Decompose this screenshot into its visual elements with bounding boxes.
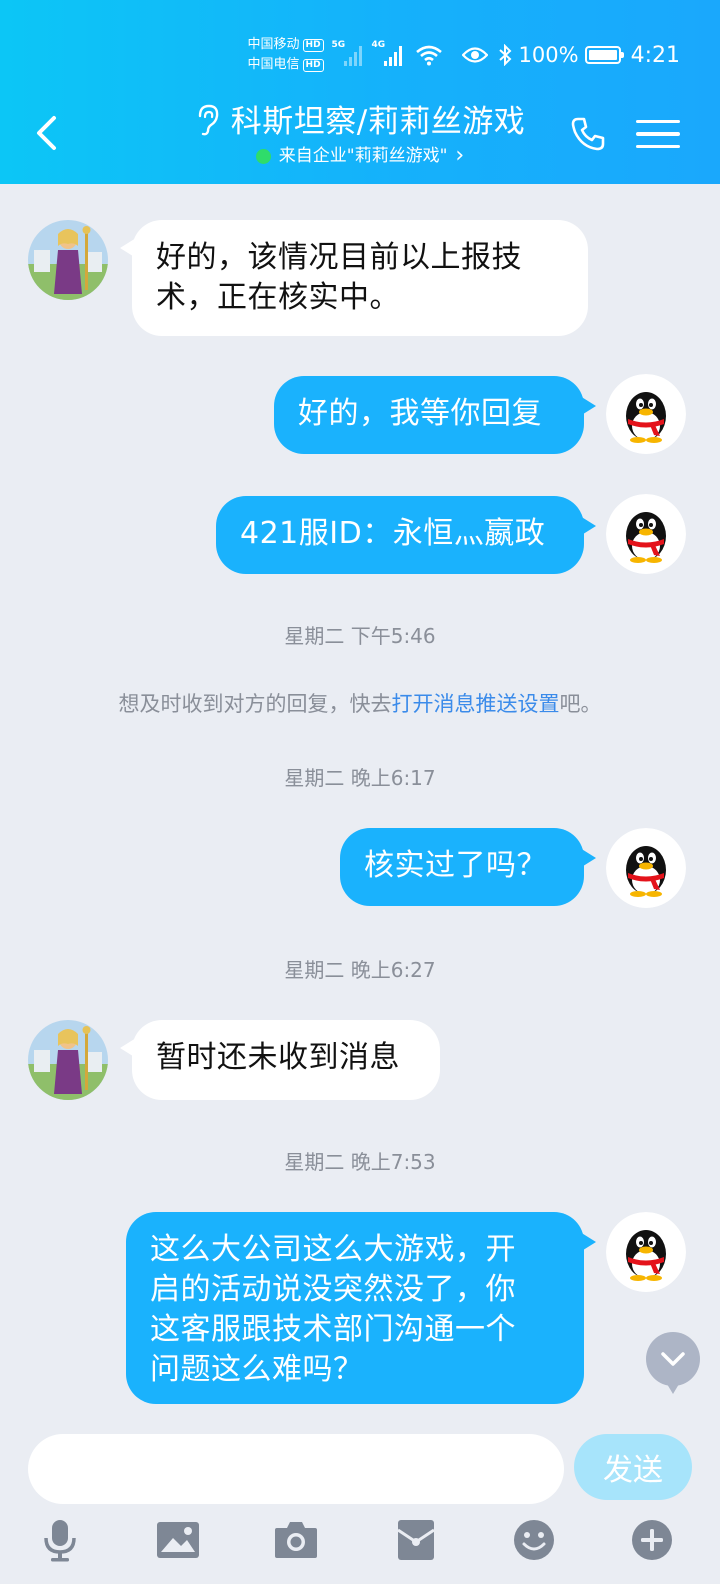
back-button[interactable]: [26, 108, 66, 158]
avatar[interactable]: [28, 1020, 108, 1100]
incoming-message-bubble[interactable]: 暂时还未收到消息: [120, 1020, 440, 1100]
message-input[interactable]: [28, 1434, 564, 1504]
chat-subtitle: 来自企业"莉莉丝游戏": [278, 146, 448, 166]
bluetooth-icon: [498, 44, 512, 66]
message-text-line: 核实过了吗？: [364, 848, 547, 883]
red-packet-button[interactable]: [386, 1510, 446, 1570]
avatar[interactable]: [606, 1212, 686, 1292]
network-type-label: 4G: [371, 40, 386, 50]
message-text-line: 启的活动说没突然没了，你: [150, 1272, 516, 1307]
signal-5g-icon: 5G: [332, 40, 362, 66]
clock: 4:21: [630, 42, 680, 68]
composer-toolbar: [0, 1510, 720, 1570]
more-button[interactable]: [622, 1510, 682, 1570]
menu-button[interactable]: [636, 112, 680, 156]
voice-button[interactable]: [30, 1510, 90, 1570]
incoming-message-bubble[interactable]: 好的，该情况目前以上报技 术，正在核实中。: [120, 220, 588, 336]
phone-icon: [571, 117, 605, 151]
ear-icon: [195, 104, 221, 140]
goddess-avatar-icon: [28, 220, 108, 300]
image-button[interactable]: [148, 1510, 208, 1570]
battery-percent: 100%: [518, 43, 579, 67]
avatar[interactable]: [606, 494, 686, 574]
eye-icon: [461, 46, 488, 64]
avatar[interactable]: [28, 220, 108, 300]
outgoing-message-bubble[interactable]: 421服ID：永恒灬嬴政: [216, 496, 596, 574]
chat-header: 中国移动 HD 中国电信 HD 5G 4G 100% 4:21 科斯坦察/莉莉丝…: [0, 0, 720, 184]
chevron-left-icon: [37, 116, 56, 150]
chevron-down-icon: [661, 1352, 685, 1366]
wifi-icon: [415, 44, 443, 66]
timestamp: 星期二 下午5:46: [284, 624, 436, 648]
message-list[interactable]: 好的，该情况目前以上报技 术，正在核实中。 好的，我等你回复 421服ID：永恒…: [0, 184, 720, 1416]
message-text-line: 这么大公司这么大游戏，开: [150, 1232, 516, 1267]
hd-badge: HD: [302, 58, 324, 72]
notice-text: 想及时收到对方的回复，快去: [118, 692, 392, 716]
timestamp: 星期二 晚上6:17: [284, 766, 436, 790]
qq-penguin-avatar-icon: [606, 828, 686, 908]
timestamp: 星期二 晚上7:53: [284, 1150, 436, 1174]
open-push-settings-link[interactable]: 打开消息推送设置: [392, 692, 560, 716]
qq-penguin-avatar-icon: [606, 1212, 686, 1292]
outgoing-message-bubble[interactable]: 这么大公司这么大游戏，开 启的活动说没突然没了，你 这客服跟技术部门沟通一个 问…: [126, 1212, 596, 1404]
message-text-line: 好的，我等你回复: [298, 396, 542, 431]
avatar[interactable]: [606, 374, 686, 454]
online-status-dot: [255, 148, 271, 164]
carrier-name: 中国移动: [247, 37, 300, 52]
image-icon: [157, 1522, 199, 1558]
hamburger-icon: [636, 119, 680, 124]
carrier-info: 中国移动 HD 中国电信 HD: [248, 35, 324, 75]
hd-badge: HD: [302, 38, 324, 52]
message-text-line: 术，正在核实中。: [156, 280, 400, 315]
push-settings-notice: 想及时收到对方的回复，快去打开消息推送设置吧。: [0, 688, 720, 718]
message-text-line: 暂时还未收到消息: [156, 1040, 400, 1075]
message-text-line: 421服ID：永恒灬嬴政: [240, 516, 546, 551]
battery-icon: [584, 46, 624, 64]
camera-icon: [275, 1522, 317, 1558]
message-text-line: 这客服跟技术部门沟通一个: [150, 1312, 516, 1347]
send-button[interactable]: 发送: [574, 1434, 692, 1500]
chevron-right-icon: ›: [455, 143, 465, 168]
notice-text: 吧。: [559, 692, 602, 716]
goddess-avatar-icon: [28, 1020, 108, 1100]
avatar[interactable]: [606, 828, 686, 908]
signal-4g-icon: 4G: [372, 40, 402, 66]
chat-title-area[interactable]: 科斯坦察/莉莉丝游戏 来自企业"莉莉丝游戏" ›: [120, 100, 600, 168]
scroll-to-bottom-button[interactable]: [646, 1332, 700, 1394]
outgoing-message-bubble[interactable]: 核实过了吗？: [340, 828, 596, 906]
qq-penguin-avatar-icon: [606, 374, 686, 454]
timestamp: 星期二 晚上6:27: [284, 958, 436, 982]
microphone-icon: [44, 1520, 76, 1562]
chat-title: 科斯坦察/莉莉丝游戏: [230, 104, 526, 140]
message-text-line: 问题这么难吗？: [150, 1352, 364, 1387]
network-type-label: 5G: [331, 40, 346, 50]
camera-button[interactable]: [266, 1510, 326, 1570]
composer: 发送: [0, 1416, 720, 1584]
emoji-icon: [514, 1520, 554, 1560]
red-packet-icon: [397, 1520, 435, 1560]
call-button[interactable]: [568, 112, 608, 156]
qq-penguin-avatar-icon: [606, 494, 686, 574]
status-bar: 中国移动 HD 中国电信 HD 5G 4G 100% 4:21: [248, 30, 680, 80]
emoji-button[interactable]: [504, 1510, 564, 1570]
carrier-name: 中国电信: [247, 57, 300, 72]
message-text-line: 好的，该情况目前以上报技: [156, 240, 522, 275]
outgoing-message-bubble[interactable]: 好的，我等你回复: [274, 376, 596, 454]
plus-icon: [632, 1520, 672, 1560]
